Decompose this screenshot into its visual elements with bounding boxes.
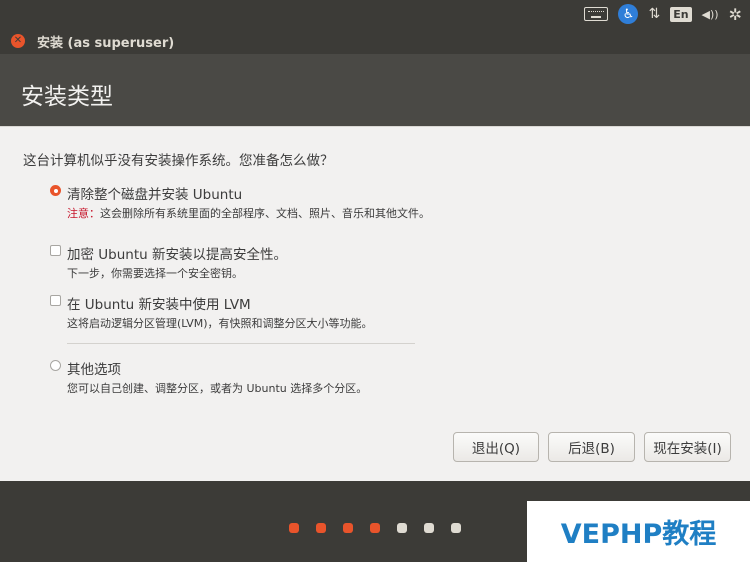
quit-button[interactable]: 退出(Q)	[453, 432, 539, 462]
page-header: 安装类型	[0, 54, 750, 126]
something-else-description: 您可以自己创建、调整分区，或者为 Ubuntu 选择多个分区。	[67, 382, 368, 395]
erase-disk-label[interactable]: 清除整个磁盘并安装 Ubuntu	[67, 183, 242, 203]
progress-dot	[424, 523, 434, 533]
keyboard-language-indicator[interactable]: En	[670, 6, 692, 22]
volume-icon[interactable]: ◀))	[702, 8, 719, 21]
network-icon[interactable]: ⇅	[648, 6, 660, 22]
main-content: 这台计算机似乎没有安装操作系统。您准备怎么做？ 清除整个磁盘并安装 Ubuntu…	[0, 126, 750, 482]
installation-question: 这台计算机似乎没有安装操作系统。您准备怎么做？	[23, 153, 334, 169]
progress-dot	[370, 523, 380, 533]
progress-dot	[451, 523, 461, 533]
something-else-radio[interactable]	[50, 360, 61, 371]
progress-dots	[289, 523, 461, 533]
window-title: 安装 (as superuser)	[37, 36, 175, 51]
progress-dot	[289, 523, 299, 533]
close-icon: ✕	[13, 35, 23, 46]
settings-gear-icon[interactable]: ✲	[729, 5, 742, 24]
accessibility-icon[interactable]: ♿	[618, 4, 639, 24]
keyboard-icon[interactable]	[584, 7, 609, 21]
top-panel: ♿ ⇅ En ◀)) ✲	[0, 0, 750, 29]
progress-dot	[316, 523, 326, 533]
lvm-label[interactable]: 在 Ubuntu 新安装中使用 LVM	[67, 293, 251, 313]
system-tray: ♿ ⇅ En ◀)) ✲	[584, 0, 742, 28]
progress-dot	[397, 523, 407, 533]
encrypt-label[interactable]: 加密 Ubuntu 新安装以提高安全性。	[67, 243, 287, 263]
encrypt-checkbox[interactable]	[50, 245, 61, 256]
erase-disk-radio[interactable]	[50, 185, 61, 196]
encrypt-description: 下一步，你需要选择一个安全密钥。	[67, 267, 243, 280]
window-titlebar: ✕ 安装 (as superuser)	[0, 28, 750, 54]
page-title: 安装类型	[21, 84, 113, 110]
install-now-button[interactable]: 现在安装(I)	[644, 432, 731, 462]
something-else-label[interactable]: 其他选项	[67, 358, 121, 378]
close-window-button[interactable]: ✕	[11, 34, 25, 48]
options-separator	[67, 343, 415, 344]
lvm-checkbox[interactable]	[50, 295, 61, 306]
back-button[interactable]: 后退(B)	[548, 432, 635, 462]
watermark: VEPHP教程	[527, 501, 750, 562]
lvm-description: 这将启动逻辑分区管理(LVM)，有快照和调整分区大小等功能。	[67, 317, 373, 330]
erase-disk-description: 注意：这会删除所有系统里面的全部程序、文档、照片、音乐和其他文件。	[67, 207, 430, 220]
installer-footer: VEPHP教程	[0, 481, 750, 562]
warning-label: 注意：	[67, 207, 100, 220]
progress-dot	[343, 523, 353, 533]
